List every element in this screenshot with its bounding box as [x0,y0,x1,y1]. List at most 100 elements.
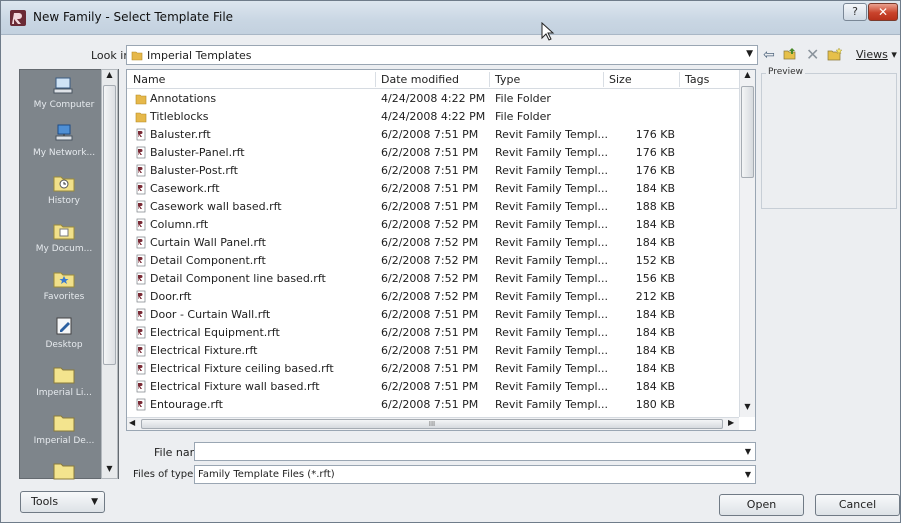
scroll-up-icon[interactable]: ▲ [740,70,755,84]
file-name: Casework.rft [150,182,220,195]
file-row[interactable]: Electrical Fixture wall based.rft 6/2/200… [127,378,739,396]
look-in-dropdown[interactable]: Imperial Templates ▼ [126,45,758,65]
scroll-down-icon[interactable]: ▼ [102,464,117,478]
new-folder-icon[interactable] [827,47,843,65]
scroll-thumb[interactable] [741,86,754,178]
place-label: History [47,196,81,206]
file-list-vertical-scrollbar[interactable]: ▲ ▼ [739,70,755,417]
file-type: Revit Family Templ... [495,290,609,303]
place-label: Imperial Li... [36,388,92,398]
file-row[interactable]: Electrical Fixture ceiling based.rft 6/2/… [127,360,739,378]
chevron-down-icon[interactable]: ▼ [745,470,751,479]
file-row[interactable]: Baluster.rft 6/2/2008 7:51 PM Revit Family… [127,126,739,144]
file-type: File Folder [495,110,551,123]
scroll-thumb[interactable] [103,85,116,365]
places-scrollbar[interactable]: ▲ ▼ [101,69,118,479]
column-header-type[interactable]: Type [495,73,520,86]
place-history[interactable]: History [20,172,108,206]
file-date-modified: 6/2/2008 7:51 PM [381,308,479,321]
file-size: 180 KB [635,398,675,411]
file-row[interactable]: Electrical Fixture.rft 6/2/2008 7:51 PM Re… [127,342,739,360]
delete-icon[interactable]: ✕ [806,45,819,64]
place-my-documents[interactable]: My Docum... [20,220,108,254]
file-size: 184 KB [635,380,675,393]
place-label: Desktop [45,340,83,350]
column-header-name[interactable]: Name [133,73,165,86]
file-list: Name Date modified Type Size Tags Annota… [126,69,756,431]
column-header-date[interactable]: Date modified [381,73,459,86]
file-date-modified: 6/2/2008 7:51 PM [381,146,479,159]
file-type-dropdown[interactable]: Family Template Files (*.rft) ▼ [194,465,756,484]
file-row[interactable]: Casework.rft 6/2/2008 7:51 PM Revit Family… [127,180,739,198]
file-name: Baluster.rft [150,128,211,141]
column-header-tags[interactable]: Tags [685,73,709,86]
up-folder-icon[interactable] [783,47,797,65]
scroll-down-icon[interactable]: ▼ [740,402,755,416]
cancel-button[interactable]: Cancel [815,494,900,516]
chevron-down-icon[interactable]: ▼ [745,447,751,456]
scroll-right-icon[interactable]: ▶ [728,418,734,427]
file-date-modified: 6/2/2008 7:52 PM [381,236,479,249]
desktop-icon [56,317,72,335]
file-name: Baluster-Post.rft [150,164,238,177]
place-favorites[interactable]: Favorites [20,268,108,302]
column-divider[interactable] [375,72,376,87]
scroll-left-icon[interactable]: ◀ [129,418,135,427]
views-menu[interactable]: Views ▾ [856,48,897,61]
place-my-computer[interactable]: My Computer [20,76,108,110]
file-type: Revit Family Templ... [495,308,609,321]
back-icon[interactable]: ⇦ [763,47,775,63]
chevron-down-icon[interactable]: ▼ [746,49,753,59]
file-type: Revit Family Templ... [495,398,609,411]
revit-template-file-icon [136,344,146,357]
place-imperial-library[interactable]: Imperial Li... [20,364,108,398]
file-row[interactable]: Column.rft 6/2/2008 7:52 PM Revit Family T… [127,216,739,234]
file-size: 176 KB [635,146,675,159]
column-divider[interactable] [679,72,680,87]
folder-icon [131,51,143,61]
place-folder[interactable] [20,460,108,480]
file-row[interactable]: Entourage.rft 6/2/2008 7:51 PM Revit Famil… [127,396,739,414]
place-imperial-detail[interactable]: Imperial De... [20,412,108,446]
folder-icon [53,463,75,480]
column-header-size[interactable]: Size [609,73,632,86]
title-bar[interactable]: New Family - Select Template File ? ✕ [1,1,900,41]
file-row[interactable]: Door.rft 6/2/2008 7:52 PM Revit Family Tem… [127,288,739,306]
open-button[interactable]: Open [719,494,804,516]
file-size: 188 KB [635,200,675,213]
file-row[interactable]: Baluster-Post.rft 6/2/2008 7:51 PM Revit F… [127,162,739,180]
mouse-cursor-icon [541,22,555,41]
file-name-input[interactable]: ▼ [194,442,756,461]
place-desktop[interactable]: Desktop [20,316,108,350]
file-row[interactable]: Door - Curtain Wall.rft 6/2/2008 7:51 PM R… [127,306,739,324]
scroll-thumb[interactable]: III [141,419,723,429]
folder-icon [53,367,75,384]
file-list-horizontal-scrollbar[interactable]: ◀ III ▶ [127,417,739,430]
close-button[interactable]: ✕ [868,3,898,21]
help-button[interactable]: ? [843,3,867,21]
revit-template-file-icon [136,164,146,177]
file-name: Electrical Fixture ceiling based.rft [150,362,334,375]
file-row[interactable]: Baluster-Panel.rft 6/2/2008 7:51 PM Revit … [127,144,739,162]
file-row[interactable]: Casework wall based.rft 6/2/2008 7:51 PM R… [127,198,739,216]
folder-icon [135,112,147,123]
file-row[interactable]: Detail Component line based.rft 6/2/2008 … [127,270,739,288]
column-divider[interactable] [603,72,604,87]
file-row[interactable]: Curtain Wall Panel.rft 6/2/2008 7:52 PM Re… [127,234,739,252]
file-date-modified: 6/2/2008 7:51 PM [381,344,479,357]
file-name: Detail Component line based.rft [150,272,326,285]
file-date-modified: 4/24/2008 4:22 PM [381,110,486,123]
place-my-network[interactable]: My Network... [20,124,108,158]
tools-button[interactable]: Tools ▼ [20,491,105,513]
views-label: Views [856,48,888,61]
file-type-value: Family Template Files (*.rft) [198,469,335,480]
file-row[interactable]: Titleblocks 4/24/2008 4:22 PM File Folder [127,108,739,126]
scroll-up-icon[interactable]: ▲ [102,70,117,84]
file-date-modified: 6/2/2008 7:51 PM [381,326,479,339]
file-size: 176 KB [635,128,675,141]
file-row[interactable]: Annotations 4/24/2008 4:22 PM File Folder [127,90,739,108]
column-divider[interactable] [489,72,490,87]
revit-template-file-icon [136,254,146,267]
file-row[interactable]: Electrical Equipment.rft 6/2/2008 7:51 PM… [127,324,739,342]
file-row[interactable]: Detail Component.rft 6/2/2008 7:52 PM Revi… [127,252,739,270]
